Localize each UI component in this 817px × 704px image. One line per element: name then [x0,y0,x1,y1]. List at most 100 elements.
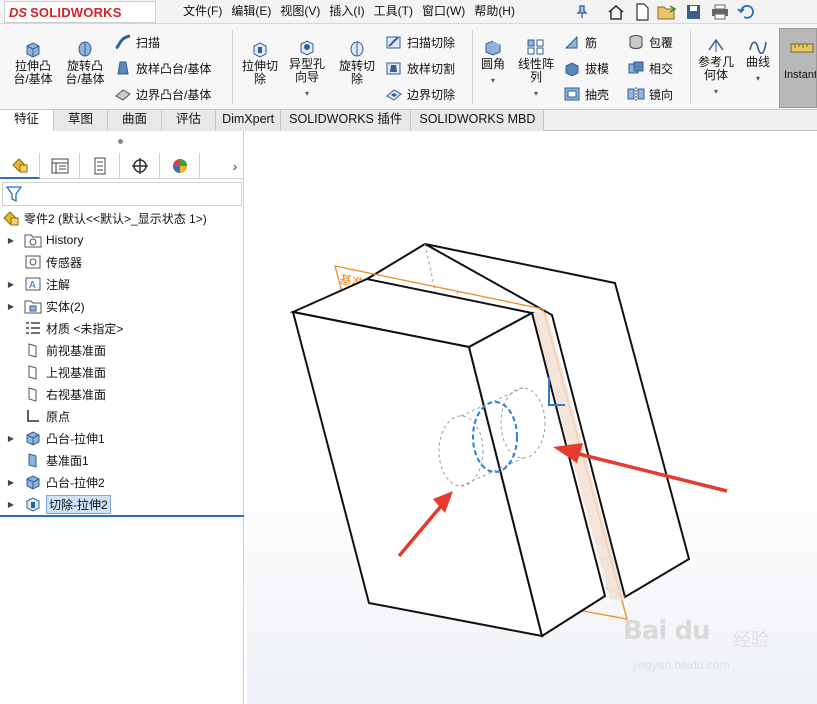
expand-arrow-icon[interactable]: ▶ [6,500,16,509]
hole-wizard-icon [300,40,314,56]
instant3d-button[interactable]: Instant [779,28,817,108]
tree-filter-bar[interactable] [2,182,242,206]
tab-solidworks-addins[interactable]: SOLIDWORKS 插件 [281,110,412,131]
propertymanager-tab[interactable] [40,153,80,179]
tree-item-label: 凸台-拉伸2 [46,475,105,490]
quick-access-toolbar [570,0,758,24]
tree-item-right-plane[interactable]: 右视基准面 [0,383,244,405]
wrap-icon [629,35,643,49]
fillet-icon [485,40,501,56]
menu-tools[interactable]: 工具(T) [371,0,419,24]
rib-button[interactable]: 筋 [563,32,597,52]
sweep-button[interactable]: 扫描 [114,32,160,52]
mirror-button[interactable]: 镜向 [627,84,673,104]
configuration-tab[interactable] [80,153,120,179]
sweep-cut-icon [386,36,401,49]
draft-button[interactable]: 拔模 [563,58,609,78]
graphics-viewport[interactable]: 基准面1 Bai du 经验 jingyan.baidu.com [247,131,817,704]
tab-evaluate[interactable]: 评估 [162,110,217,131]
intersect-button[interactable]: 相交 [627,58,673,78]
hole-wizard-button[interactable]: 异型孔 向导 ▾ [284,38,330,100]
open-icon[interactable] [656,1,680,23]
tab-sketch[interactable]: 草图 [54,110,109,131]
back-block-top-edge [366,243,426,280]
expand-arrow-icon[interactable]: ▶ [6,236,16,245]
linear-pattern-button[interactable]: 线性阵 列 ▾ [514,38,558,100]
wrap-button[interactable]: 包覆 [627,32,673,52]
menu-file[interactable]: 文件(F) [180,0,228,24]
tree-item-sensors[interactable]: 传感器 [0,251,244,273]
print-icon[interactable] [708,1,732,23]
expand-arrow-icon[interactable]: ▶ [6,280,16,289]
tree-root-part[interactable]: 零件2 (默认<<默认>_显示状态 1>) [0,207,244,229]
appearance-tab[interactable] [160,153,200,179]
tree-item-origin[interactable]: 原点 [0,405,244,427]
reference-geometry-button[interactable]: 参考几 何体 ▾ [694,36,738,98]
loft-button[interactable]: 放样凸台/基体 [114,58,211,78]
logo-name: SOLIDWORKS [30,4,122,20]
pin-icon[interactable] [570,1,594,23]
plane-icon [24,386,42,402]
loft-cut-button[interactable]: 放样切割 [385,58,455,78]
tree-item-material[interactable]: 材质 <未指定> [0,317,244,339]
annotation-icon: A [24,276,42,292]
tab-dimxpert[interactable]: DimXpert [216,110,282,131]
menu-view[interactable]: 视图(V) [277,0,326,24]
new-file-icon[interactable] [630,1,654,23]
curves-dropdown-icon[interactable]: ▾ [741,72,775,85]
tree-root-label: 零件2 (默认<<默认>_显示状态 1>) [24,211,207,226]
tree-item-boss-extrude1[interactable]: ▶ 凸台-拉伸1 [0,427,244,449]
hole-wizard-dropdown-icon[interactable]: ▾ [284,87,330,100]
tree-item-plane1[interactable]: 基准面1 [0,449,244,471]
tree-item-front-plane[interactable]: 前视基准面 [0,339,244,361]
revolve-boss-button[interactable]: 旋转凸 台/基体 [60,40,110,86]
shell-button[interactable]: 抽壳 [563,84,609,104]
sweep-cut-button[interactable]: 扫描切除 [385,32,455,52]
command-manager-tabs: 特征 草图 曲面 评估 DimXpert SOLIDWORKS 插件 SOLID… [0,110,817,131]
solidworks-logo[interactable]: DS SOLIDWORKS [4,1,156,23]
tab-solidworks-mbd[interactable]: SOLIDWORKS MBD [411,110,545,131]
fillet-dropdown-icon[interactable]: ▾ [476,74,510,87]
reference-geometry-dropdown-icon[interactable]: ▾ [694,85,738,98]
linear-pattern-dropdown-icon[interactable]: ▾ [514,87,558,100]
home-icon[interactable] [604,1,628,23]
curves-button[interactable]: 曲线 ▾ [741,36,775,85]
tree-item-top-plane[interactable]: 上视基准面 [0,361,244,383]
save-icon[interactable] [682,1,706,23]
menu-edit[interactable]: 编辑(E) [228,0,277,24]
undo-icon[interactable] [734,1,758,23]
rollback-bar[interactable] [0,515,244,517]
reference-geometry-icon [708,38,724,52]
extrude-boss-icon [26,42,40,58]
featuremanager-tab[interactable] [0,153,40,179]
dimxpert-tab[interactable] [120,153,160,179]
fillet-button[interactable]: 圆角 ▾ [476,38,510,87]
featuremanager-panel: › 零件2 (默认<<默认>_显示状态 1>) ▶ History 传感器 ▶ … [0,131,244,704]
expand-arrow-icon[interactable]: ▶ [6,478,16,487]
menu-help[interactable]: 帮助(H) [471,0,521,24]
tree-item-boss-extrude2[interactable]: ▶ 凸台-拉伸2 [0,471,244,493]
expand-arrow-icon[interactable]: ▶ [6,434,16,443]
baidu-watermark: Bai du 经验 jingyan.baidu.com [623,606,813,696]
filter-icon [6,186,22,203]
loft-cut-label: 放样切割 [407,61,456,76]
tree-item-cut-extrude2[interactable]: ▶ 切除-拉伸2 [0,493,244,515]
extrude-boss-button[interactable]: 拉伸凸 台/基体 [8,40,58,86]
reference-geometry-label: 参考几 何体 [697,55,734,82]
tree-item-solid-bodies[interactable]: ▶ 实体(2) [0,295,244,317]
menu-insert[interactable]: 插入(I) [326,0,370,24]
tab-surfaces[interactable]: 曲面 [108,110,163,131]
tree-item-label: History [46,233,84,247]
boundary-boss-button[interactable]: 边界凸台/基体 [114,84,211,104]
extrude-cut-button[interactable]: 拉伸切 除 [238,40,282,86]
tab-features[interactable]: 特征 [0,110,55,131]
panel-grip[interactable] [118,139,123,144]
chevron-right-icon[interactable]: › [228,153,242,179]
tree-item-annotations[interactable]: ▶ A 注解 [0,273,244,295]
menu-window[interactable]: 窗口(W) [419,0,471,24]
watermark-brand: Bai du [623,616,710,646]
boundary-cut-button[interactable]: 边界切除 [385,84,455,104]
tree-item-history[interactable]: ▶ History [0,229,244,251]
revolve-cut-button[interactable]: 旋转切 除 [334,40,380,86]
expand-arrow-icon[interactable]: ▶ [6,302,16,311]
